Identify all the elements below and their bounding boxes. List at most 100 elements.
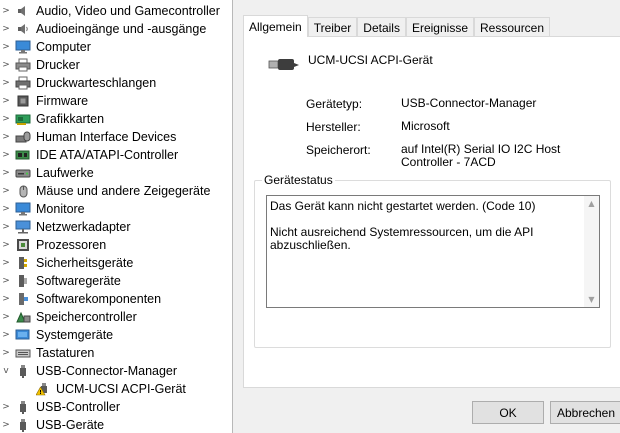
expand-chevron-icon[interactable]: > [1,204,11,214]
device-status-title: Gerätestatus [262,173,335,187]
expand-chevron-icon[interactable]: > [1,258,11,268]
tree-item-label: Tastaturen [36,346,95,360]
device-type-value: USB-Connector-Manager [401,96,537,110]
expand-chevron-icon[interactable]: > [1,348,11,358]
expand-chevron-icon[interactable]: > [1,402,11,412]
tree-item-audio-video[interactable]: > Audio, Video und Gamecontroller [0,2,232,20]
tree-item-usb-connector-manager[interactable]: v USB-Connector-Manager [0,362,232,380]
tree-item-ide-controller[interactable]: > IDE ATA/ATAPI-Controller [0,146,232,164]
expand-chevron-icon[interactable]: > [1,294,11,304]
tab-details[interactable]: Details [357,17,406,37]
expand-chevron-icon[interactable]: > [1,132,11,142]
expand-chevron-icon[interactable]: > [1,276,11,286]
tree-item-usb-controllers[interactable]: > USB-Controller [0,398,232,416]
usb-icon [15,400,31,414]
tree-item-label: Audioeingänge und -ausgänge [36,22,207,36]
tree-item-usb-devices[interactable]: > USB-Geräte [0,416,232,433]
location-value: auf Intel(R) Serial IO I2C Host Controll… [401,142,561,169]
expand-chevron-icon[interactable]: > [1,96,11,106]
tree-item-label: Softwarekomponenten [36,292,162,306]
expand-chevron-icon[interactable]: > [1,42,11,52]
manufacturer-label: Hersteller: [306,120,361,134]
drive-icon [15,166,31,180]
device-status-textbox[interactable]: Das Gerät kann nicht gestartet werden. (… [266,195,600,308]
tree-item-label: Grafikkarten [36,112,105,126]
tab-resources[interactable]: Ressourcen [474,17,551,37]
usb-icon [15,418,31,432]
tree-item-security-devices[interactable]: > Sicherheitsgeräte [0,254,232,272]
status-scrollbar[interactable]: ▲ ▼ [584,196,599,307]
tab-driver[interactable]: Treiber [307,17,358,37]
processor-icon [15,238,31,252]
expand-chevron-icon[interactable]: > [1,24,11,34]
tree-item-label: Druckwarteschlangen [36,76,157,90]
expand-chevron-icon[interactable]: > [1,60,11,70]
expand-chevron-icon[interactable]: > [1,186,11,196]
tree-item-ucm-ucsi-device[interactable]: UCM-UCSI ACPI-Gerät [0,380,232,398]
expand-chevron-icon[interactable]: > [1,330,11,340]
ok-button[interactable]: OK [472,401,544,424]
device-status-group: Gerätestatus Das Gerät kann nicht gestar… [254,173,611,348]
tab-strip: Allgemein Treiber Details Ereignisse Res… [243,15,551,37]
keyboard-icon [15,346,31,360]
tree-item-label: USB-Connector-Manager [36,364,178,378]
tree-item-keyboards[interactable]: > Tastaturen [0,344,232,362]
usb-icon [15,364,31,378]
tree-item-label: Monitore [36,202,85,216]
tree-item-processors[interactable]: > Prozessoren [0,236,232,254]
tree-item-monitors[interactable]: > Monitore [0,200,232,218]
tree-item-audio-io[interactable]: > Audioeingänge und -ausgänge [0,20,232,38]
cancel-button[interactable]: Abbrechen [550,401,620,424]
collapse-chevron-icon[interactable]: v [1,366,11,376]
tree-item-computer[interactable]: > Computer [0,38,232,56]
computer-icon [15,40,31,54]
expand-chevron-icon[interactable]: > [1,168,11,178]
general-tab-panel: UCM-UCSI ACPI-Gerät Gerätetyp: USB-Conne… [243,36,620,388]
location-label: Speicherort: [306,143,371,157]
printer-icon [15,58,31,72]
expand-chevron-icon[interactable]: > [1,114,11,124]
printer-icon [15,76,31,90]
tab-events[interactable]: Ereignisse [405,17,474,37]
device-tree[interactable]: > Audio, Video und Gamecontroller > Audi… [0,0,232,433]
tree-item-system-devices[interactable]: > Systemgeräte [0,326,232,344]
tree-item-label: Laufwerke [36,166,94,180]
scroll-down-icon[interactable]: ▼ [584,292,599,307]
tree-item-label: USB-Controller [36,400,121,414]
tree-item-label: Speichercontroller [36,310,137,324]
expand-chevron-icon[interactable]: > [1,312,11,322]
expand-chevron-icon[interactable]: > [1,78,11,88]
tab-general[interactable]: Allgemein [243,15,308,37]
display-adapter-icon [15,112,31,126]
tree-item-network-adapters[interactable]: > Netzwerkadapter [0,218,232,236]
tree-item-display-adapters[interactable]: > Grafikkarten [0,110,232,128]
expand-chevron-icon[interactable]: > [1,222,11,232]
monitor-icon [15,202,31,216]
expand-chevron-icon[interactable]: > [1,6,11,16]
tree-item-label: Prozessoren [36,238,107,252]
tree-item-drives[interactable]: > Laufwerke [0,164,232,182]
tree-item-firmware[interactable]: > Firmware [0,92,232,110]
software-component-icon [15,292,31,306]
tree-item-storage-controllers[interactable]: > Speichercontroller [0,308,232,326]
tree-item-label: Audio, Video und Gamecontroller [36,4,220,18]
warning-usb-icon [35,382,51,396]
expand-chevron-icon[interactable]: > [1,240,11,250]
scroll-up-icon[interactable]: ▲ [584,196,599,211]
tree-item-print-queues[interactable]: > Druckwarteschlangen [0,74,232,92]
status-error-line: Das Gerät kann nicht gestartet werden. (… [270,199,536,213]
chip-icon [15,94,31,108]
expand-chevron-icon[interactable]: > [1,420,11,430]
tree-item-software-devices[interactable]: > Softwaregeräte [0,272,232,290]
tree-item-label: Computer [36,40,91,54]
tree-item-label: Systemgeräte [36,328,114,342]
security-key-icon [15,256,31,270]
tree-item-mice[interactable]: > Mäuse und andere Zeigegeräte [0,182,232,200]
tree-item-printer[interactable]: > Drucker [0,56,232,74]
expand-chevron-icon[interactable]: > [1,150,11,160]
tree-item-hid[interactable]: > Human Interface Devices [0,128,232,146]
speaker-icon [15,22,31,36]
tree-item-label: Mäuse und andere Zeigegeräte [36,184,211,198]
device-name: UCM-UCSI ACPI-Gerät [308,53,433,67]
tree-item-software-components[interactable]: > Softwarekomponenten [0,290,232,308]
